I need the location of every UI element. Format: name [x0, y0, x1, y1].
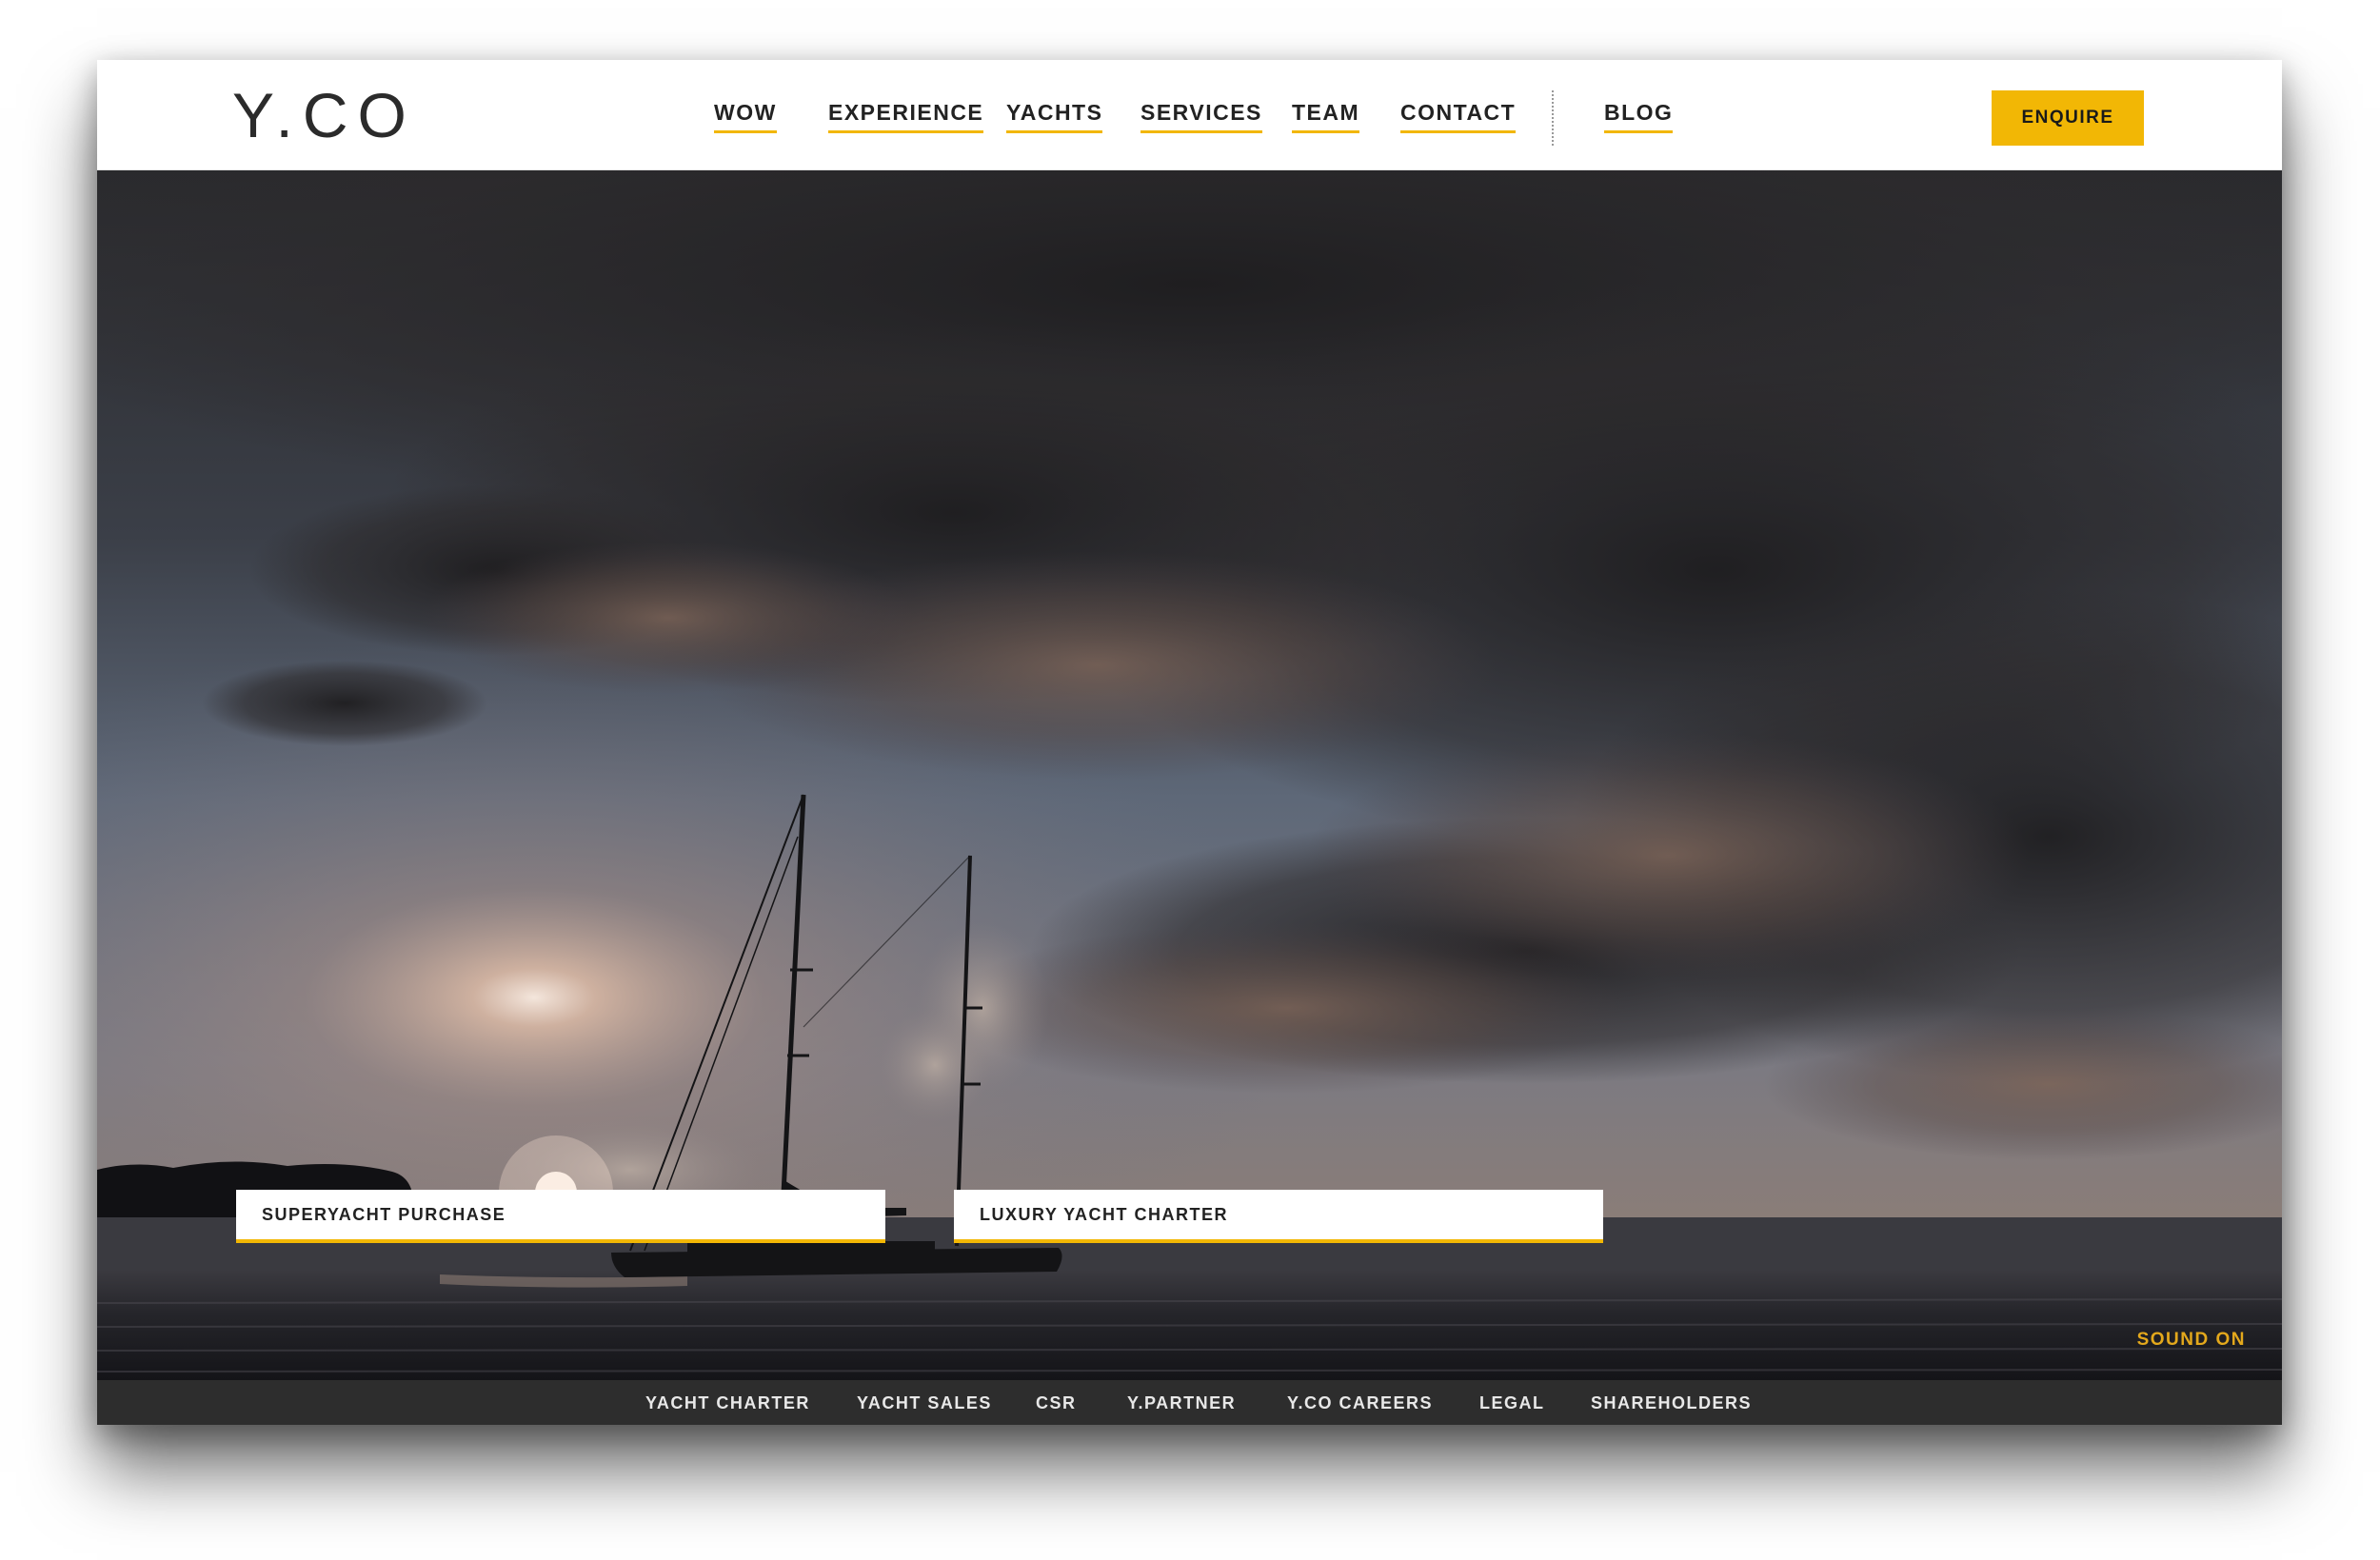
nav-item-blog[interactable]: BLOG: [1604, 100, 1674, 133]
footer-links-bar: YACHT CHARTER YACHT SALES CSR Y.PARTNER …: [97, 1380, 2282, 1425]
main-nav: WOW EXPERIENCE YACHTS SERVICES TEAM CONT…: [97, 100, 2282, 138]
nav-item-experience[interactable]: EXPERIENCE: [828, 100, 984, 133]
footer-link-yco-careers[interactable]: Y.CO CAREERS: [1287, 1393, 1433, 1413]
footer-link-yacht-sales[interactable]: YACHT SALES: [857, 1393, 992, 1413]
hero-video: SUPERYACHT PURCHASE LUXURY YACHT CHARTER…: [97, 170, 2282, 1380]
browser-window: Y.CO WOW EXPERIENCE YACHTS SERVICES TEAM…: [97, 60, 2282, 1425]
nav-item-wow[interactable]: WOW: [714, 100, 777, 133]
nav-item-contact[interactable]: CONTACT: [1400, 100, 1517, 133]
nav-item-yachts[interactable]: YACHTS: [1006, 100, 1103, 133]
nav-item-team[interactable]: TEAM: [1292, 100, 1360, 133]
footer-link-yacht-charter[interactable]: YACHT CHARTER: [645, 1393, 810, 1413]
footer-link-legal[interactable]: LEGAL: [1479, 1393, 1545, 1413]
footer-link-csr[interactable]: CSR: [1036, 1393, 1077, 1413]
luxury-yacht-charter-button[interactable]: LUXURY YACHT CHARTER: [954, 1190, 1603, 1243]
footer-link-shareholders[interactable]: SHAREHOLDERS: [1591, 1393, 1752, 1413]
sound-on-toggle[interactable]: SOUND ON: [2137, 1330, 2246, 1351]
site-header: Y.CO WOW EXPERIENCE YACHTS SERVICES TEAM…: [97, 60, 2282, 170]
footer-link-y-partner[interactable]: Y.PARTNER: [1127, 1393, 1236, 1413]
superyacht-purchase-button[interactable]: SUPERYACHT PURCHASE: [236, 1190, 885, 1243]
nav-item-services[interactable]: SERVICES: [1140, 100, 1262, 133]
enquire-button[interactable]: ENQUIRE: [1992, 90, 2144, 146]
nav-divider: [1552, 90, 1554, 146]
